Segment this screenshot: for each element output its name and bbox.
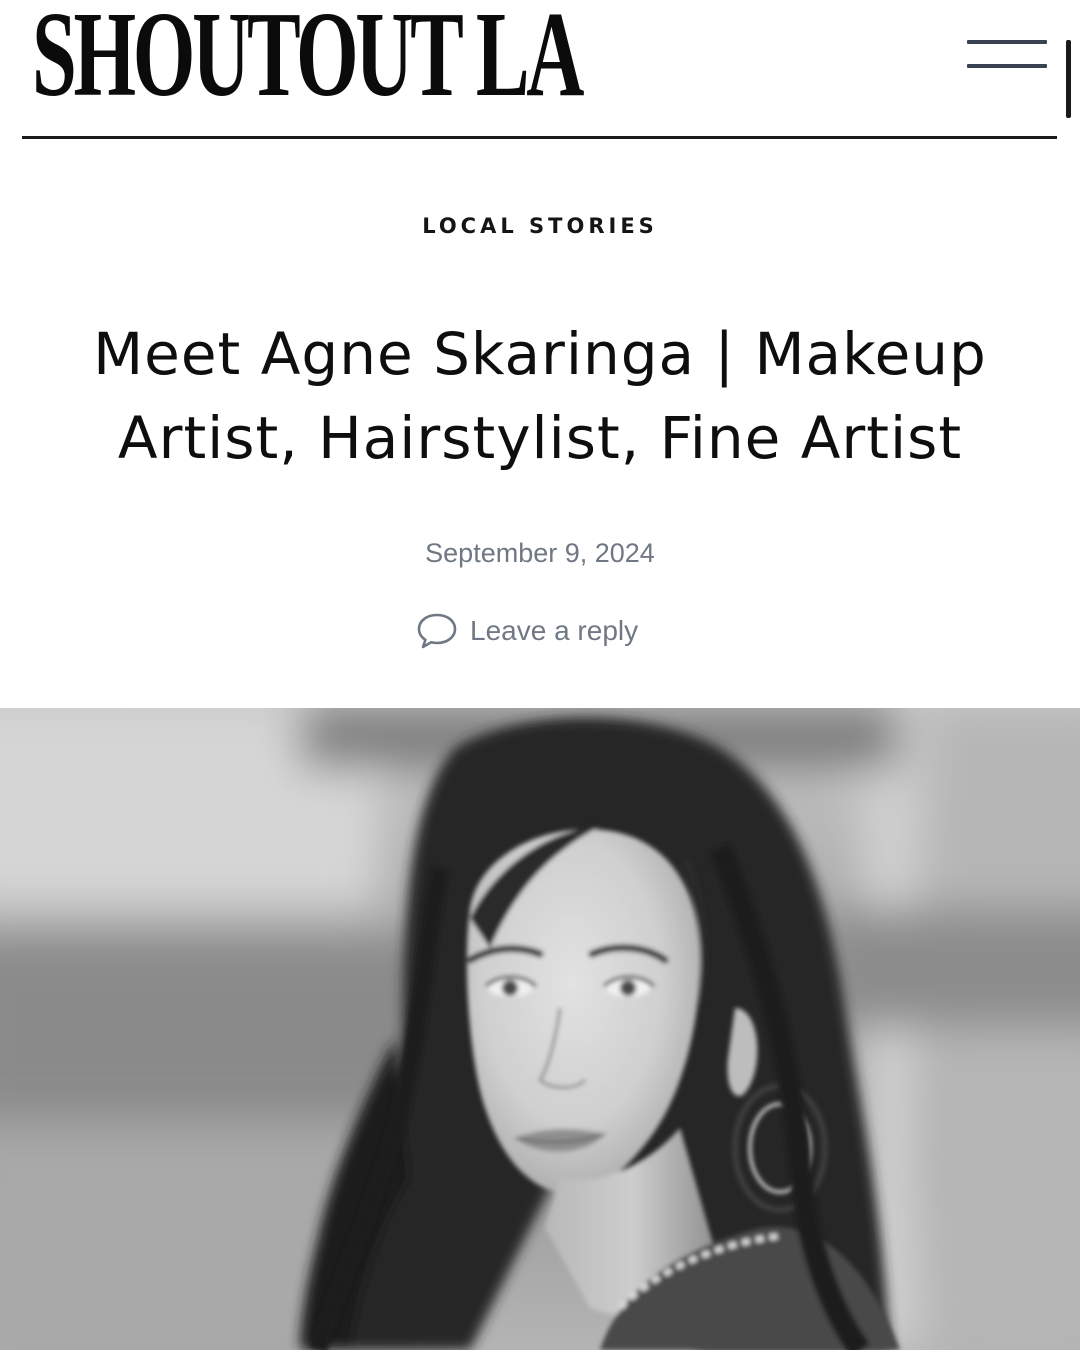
header-divider — [22, 136, 1057, 139]
site-header: SHOUTOUT LA — [0, 0, 1080, 140]
site-logo[interactable]: SHOUTOUT LA — [32, 0, 584, 116]
publish-date: September 9, 2024 — [425, 538, 655, 568]
category-link[interactable]: LOCAL STORIES — [0, 214, 1080, 238]
menu-line-bottom — [967, 64, 1047, 68]
scrollbar[interactable] — [1066, 40, 1071, 118]
menu-button[interactable] — [958, 30, 1056, 118]
comment-bubble-icon — [416, 611, 458, 651]
leave-reply-label: Leave a reply — [470, 615, 639, 646]
featured-photo[interactable] — [0, 708, 1080, 1350]
leave-reply-link[interactable]: Leave a reply — [416, 608, 638, 654]
menu-line-top — [967, 40, 1047, 44]
article-title: Meet Agne Skaringa | Makeup Artist, Hair… — [93, 320, 987, 472]
